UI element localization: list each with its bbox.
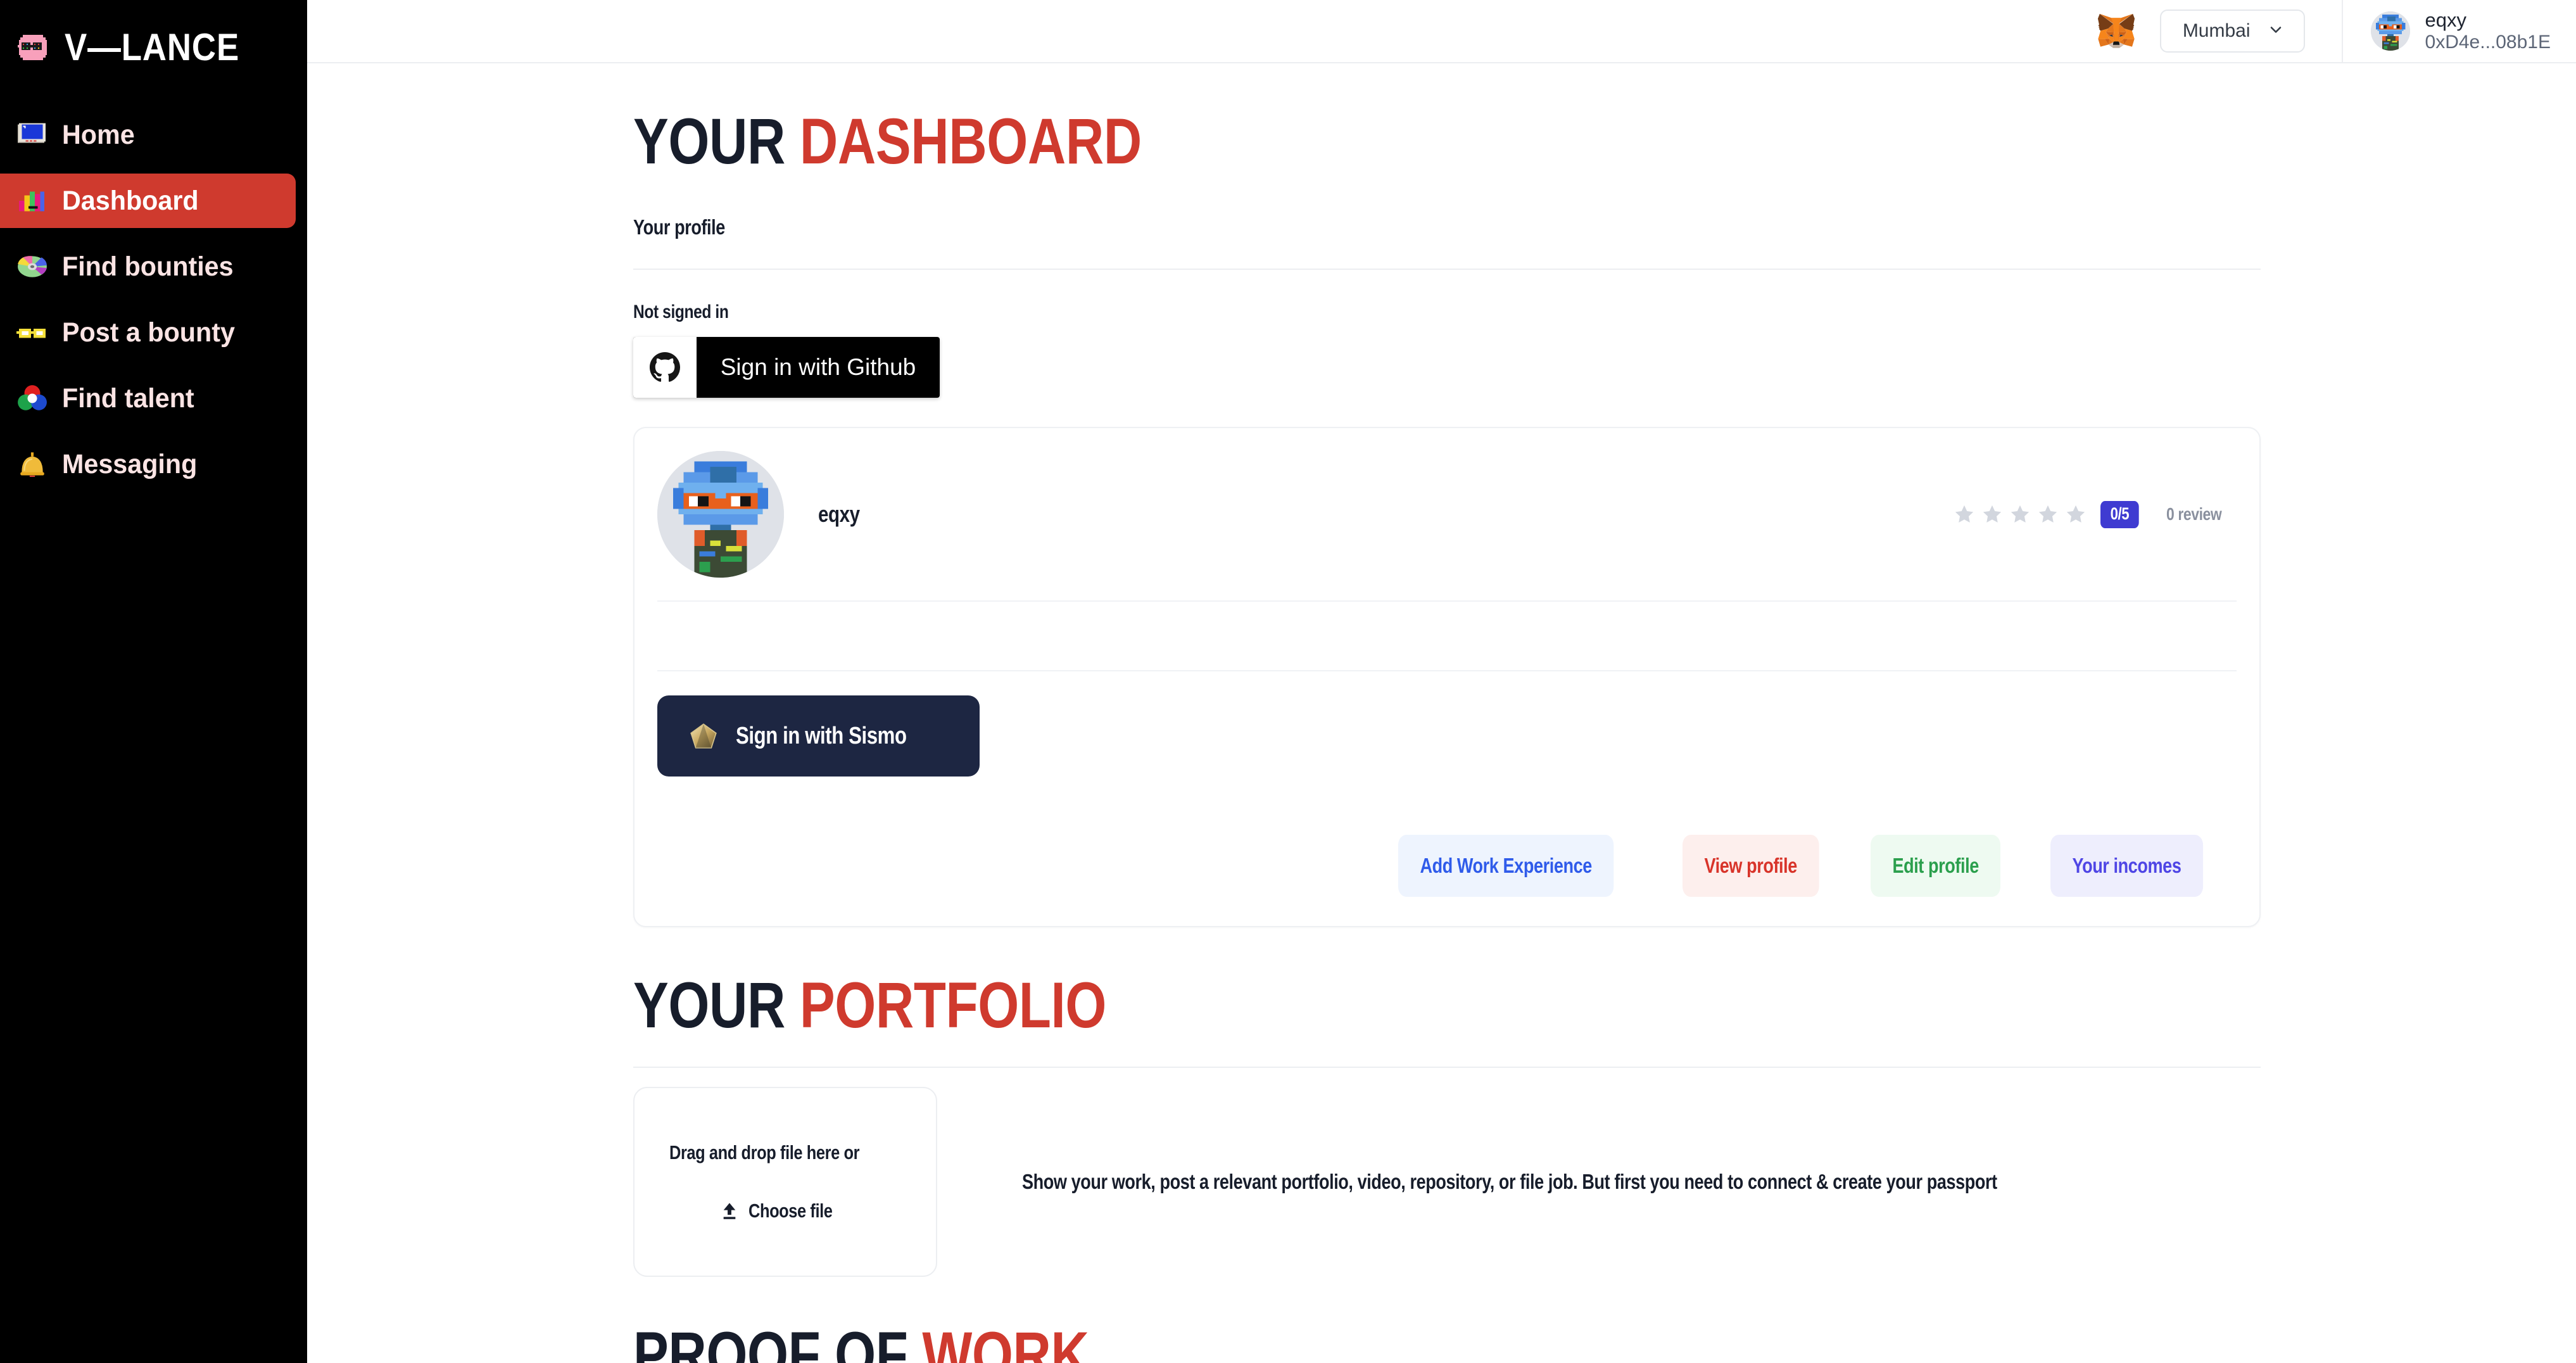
brand-name: V—LANCE [65, 26, 240, 68]
sismo-signin-button[interactable]: Sign in with Sismo [657, 695, 980, 777]
sidebar-item-label: Find bounties [62, 251, 234, 282]
github-signin-label: Sign in with Github [720, 354, 916, 380]
app-root: V—LANCE Home Dashboard Find bounties Pos… [0, 0, 2576, 1363]
rating-score-badge: 0/5 [2100, 500, 2140, 528]
proof-of-work-prefix: PROOF OF [633, 1319, 908, 1363]
network-selector[interactable]: Mumbai [2159, 10, 2305, 53]
file-dropzone[interactable]: Drag and drop file here or Choose file [633, 1087, 937, 1277]
sismo-pentagon-icon [688, 720, 719, 752]
portfolio-divider [633, 1067, 2261, 1068]
profile-section-label: Your profile [633, 215, 725, 239]
pixel-bell-icon [16, 448, 48, 480]
profile-card: eqxy 0/5 0 review Sign in with Sismo Add… [633, 427, 2261, 927]
upload-arrow-icon [719, 1201, 740, 1221]
choose-file-button[interactable]: Choose file [719, 1200, 851, 1222]
pixel-face-sunglasses-icon [15, 32, 51, 63]
portfolio-title-accent: PORTFOLIO [799, 969, 1107, 1041]
sidebar-item-find-bounties[interactable]: Find bounties [0, 239, 296, 294]
portfolio-description: Show your work, post a relevant portfoli… [1022, 1170, 1997, 1193]
profile-card-header: eqxy 0/5 0 review [635, 428, 2259, 600]
main-content: YOUR DASHBOARD Your profile Not signed i… [307, 63, 2576, 1363]
github-icon [633, 337, 697, 398]
proof-of-work-accent: WORK [922, 1319, 1089, 1363]
profile-name: eqxy [818, 501, 860, 527]
section-divider [633, 269, 2261, 270]
star-icon[interactable] [2037, 504, 2059, 525]
network-label: Mumbai [2182, 20, 2251, 41]
star-icon[interactable] [2065, 504, 2087, 525]
sidebar-item-label: Find talent [62, 383, 194, 414]
sidebar-item-messaging[interactable]: Messaging [0, 437, 296, 491]
profile-card-footer: Sign in with Sismo Add Work Experience V… [635, 671, 2259, 926]
portfolio-upload-row: Drag and drop file here or Choose file S… [633, 1087, 2576, 1277]
view-profile-button[interactable]: View profile [1683, 835, 1819, 897]
profile-action-buttons: Add Work Experience View profile Edit pr… [657, 835, 2237, 897]
top-header: Mumbai eqxy 0xD4e...08b1E [307, 0, 2576, 63]
header-user-name: eqxy [2425, 8, 2466, 31]
proof-of-work-title: PROOF OF WORK [633, 1277, 2226, 1363]
pixel-computer-icon [16, 119, 48, 151]
pixel-rgb-venn-icon [16, 383, 48, 414]
sidebar-item-dashboard[interactable]: Dashboard [0, 174, 296, 228]
brand-logo-link[interactable]: V—LANCE [0, 0, 307, 70]
sidebar-item-post-a-bounty[interactable]: Post a bounty [0, 305, 296, 360]
star-icon[interactable] [1954, 504, 1975, 525]
sidebar-item-label: Home [62, 119, 135, 150]
header-user-menu[interactable]: eqxy 0xD4e...08b1E [2343, 8, 2576, 53]
portfolio-title: YOUR PORTFOLIO [633, 927, 2226, 1037]
page-title: YOUR DASHBOARD [633, 63, 2226, 174]
sismo-signin-label: Sign in with Sismo [736, 722, 907, 749]
pixel-cd-disc-icon [16, 251, 48, 282]
card-empty-region [635, 602, 2259, 670]
star-icon[interactable] [1981, 504, 2003, 525]
github-status-label: Not signed in [633, 301, 729, 322]
star-rating[interactable] [1954, 504, 2087, 525]
page-title-prefix: YOUR [633, 105, 786, 177]
sidebar-nav: Home Dashboard Find bounties Post a boun… [0, 108, 307, 491]
profile-rating: 0/5 0 review [1954, 500, 2234, 528]
review-count: 0 review [2166, 504, 2222, 524]
pixel-avatar-icon [2370, 11, 2410, 51]
sidebar-item-label: Post a bounty [62, 317, 235, 348]
pixel-bar-chart-icon [16, 185, 48, 217]
header-user-address: 0xD4e...08b1E [2425, 31, 2551, 53]
sidebar-item-home[interactable]: Home [0, 108, 296, 162]
sidebar-item-label: Messaging [62, 448, 198, 479]
dropzone-drag-label: Drag and drop file here or [669, 1141, 860, 1163]
github-signin-button[interactable]: Sign in with Github [633, 337, 940, 398]
edit-profile-button[interactable]: Edit profile [1870, 835, 2001, 897]
your-incomes-button[interactable]: Your incomes [2050, 835, 2204, 897]
pixel-avatar-icon [657, 451, 784, 578]
chevron-down-icon [2267, 21, 2285, 42]
pixel-glasses-icon [16, 317, 48, 348]
choose-file-label: Choose file [748, 1200, 833, 1222]
metamask-fox-icon[interactable] [2097, 12, 2136, 50]
portfolio-title-prefix: YOUR [633, 969, 786, 1041]
sidebar-item-find-talent[interactable]: Find talent [0, 371, 296, 426]
page-title-accent: DASHBOARD [799, 105, 1142, 177]
sidebar-item-label: Dashboard [62, 185, 199, 216]
star-icon[interactable] [2009, 504, 2031, 525]
sidebar: V—LANCE Home Dashboard Find bounties Pos… [0, 0, 307, 1363]
add-work-experience-button[interactable]: Add Work Experience [1398, 835, 1614, 897]
